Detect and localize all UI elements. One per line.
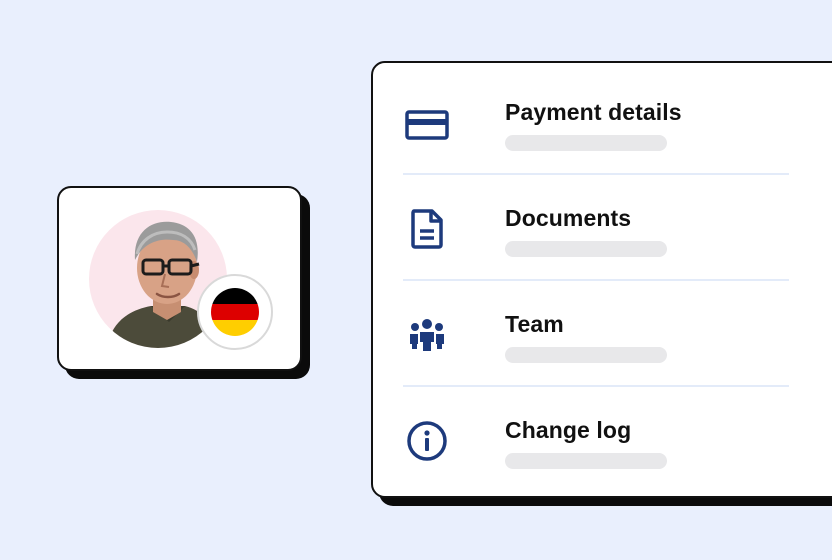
menu-item-team[interactable]: Team — [403, 281, 789, 387]
menu-item-payment-details[interactable]: Payment details — [403, 69, 789, 175]
profile-card — [57, 186, 302, 371]
menu-item-documents[interactable]: Documents — [403, 175, 789, 281]
menu-card: Payment details Documents Team Change lo… — [371, 61, 832, 498]
menu-item-change-log[interactable]: Change log — [403, 387, 789, 493]
credit-card-icon — [403, 101, 451, 149]
document-icon — [403, 205, 451, 253]
menu-item-label: Documents — [505, 205, 632, 231]
menu-item-label: Payment details — [505, 99, 682, 125]
germany-flag-icon — [211, 288, 259, 336]
menu-item-label: Team — [505, 311, 564, 337]
placeholder-bar — [505, 135, 667, 151]
placeholder-bar — [505, 347, 667, 363]
placeholder-bar — [505, 241, 667, 257]
placeholder-bar — [505, 453, 667, 469]
menu-item-label: Change log — [505, 417, 632, 443]
info-icon — [403, 417, 451, 465]
flag-badge — [197, 274, 273, 350]
team-icon — [403, 311, 451, 359]
